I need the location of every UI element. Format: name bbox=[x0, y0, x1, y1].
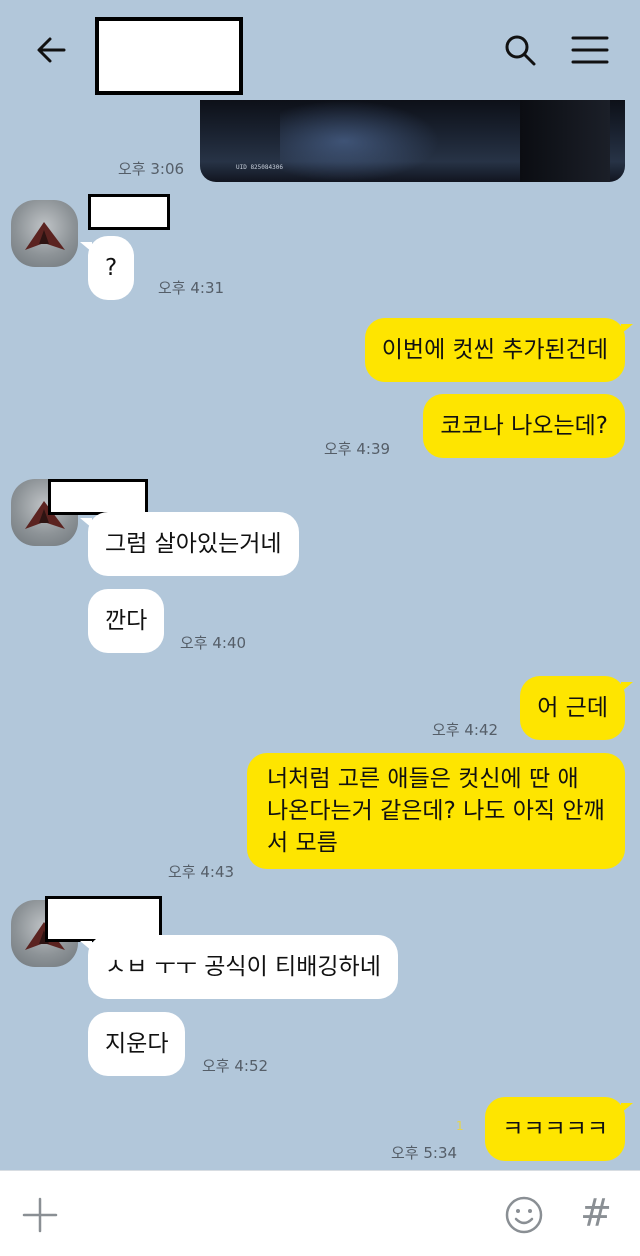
video-message[interactable]: UID 825084306 bbox=[200, 100, 625, 182]
message-bubble[interactable]: 이번에 컷씬 추가된건데 bbox=[364, 318, 634, 382]
video-thumbnail-light bbox=[280, 100, 440, 182]
sender-avatar[interactable] bbox=[11, 200, 78, 267]
sender-name-redacted bbox=[88, 194, 170, 230]
attach-button[interactable] bbox=[20, 1195, 60, 1235]
message-bubble[interactable]: 너처럼 고른 애들은 컷신에 딴 애 나온다는거 같은데? 나도 아직 안깨서 … bbox=[247, 753, 625, 869]
video-thumbnail-figure bbox=[520, 100, 610, 182]
hamburger-menu-icon bbox=[571, 36, 609, 64]
video-caption: UID 825084306 bbox=[236, 164, 283, 171]
message-bubble[interactable]: ? bbox=[79, 236, 135, 300]
message-bubble[interactable]: 지운다 bbox=[88, 1012, 186, 1076]
emoji-button[interactable] bbox=[504, 1195, 544, 1235]
message-time: 오후 3:06 bbox=[118, 160, 185, 178]
search-button[interactable] bbox=[502, 32, 538, 68]
message-bubble[interactable]: 코코나 나오는데? bbox=[423, 394, 625, 458]
message-bubble[interactable]: 깐다 bbox=[88, 589, 165, 653]
message-time: 오후 4:40 bbox=[180, 634, 247, 652]
hash-icon[interactable]: # bbox=[576, 1191, 616, 1235]
plus-icon bbox=[22, 1197, 58, 1233]
message-bubble[interactable]: 어 근데 bbox=[520, 676, 633, 740]
message-time: 오후 5:34 bbox=[391, 1144, 458, 1162]
avatar-image bbox=[25, 222, 65, 250]
message-bubble[interactable]: 그럼 살아있는거네 bbox=[80, 512, 299, 576]
message-time: 오후 4:42 bbox=[432, 721, 499, 739]
chat-header bbox=[0, 0, 640, 100]
message-input-bar: # bbox=[0, 1170, 640, 1256]
message-time: 오후 4:39 bbox=[324, 440, 391, 458]
sender-name-redacted bbox=[48, 479, 148, 515]
message-time: 오후 4:43 bbox=[168, 863, 235, 881]
menu-button[interactable] bbox=[571, 34, 609, 66]
message-time: 오후 4:52 bbox=[202, 1057, 269, 1075]
back-button[interactable] bbox=[34, 32, 70, 68]
message-bubble[interactable]: ㅋㅋㅋㅋㅋ bbox=[485, 1097, 633, 1161]
message-bubble[interactable]: ㅅㅂ ㅜㅜ 공식이 티배깅하네 bbox=[80, 935, 398, 999]
message-time: 오후 4:31 bbox=[158, 279, 225, 297]
emoji-smile-icon bbox=[505, 1196, 543, 1234]
search-icon bbox=[505, 35, 536, 66]
unread-count: 1 bbox=[456, 1119, 464, 1133]
chat-room-name-redacted bbox=[95, 17, 243, 95]
arrow-left-icon bbox=[37, 37, 66, 63]
